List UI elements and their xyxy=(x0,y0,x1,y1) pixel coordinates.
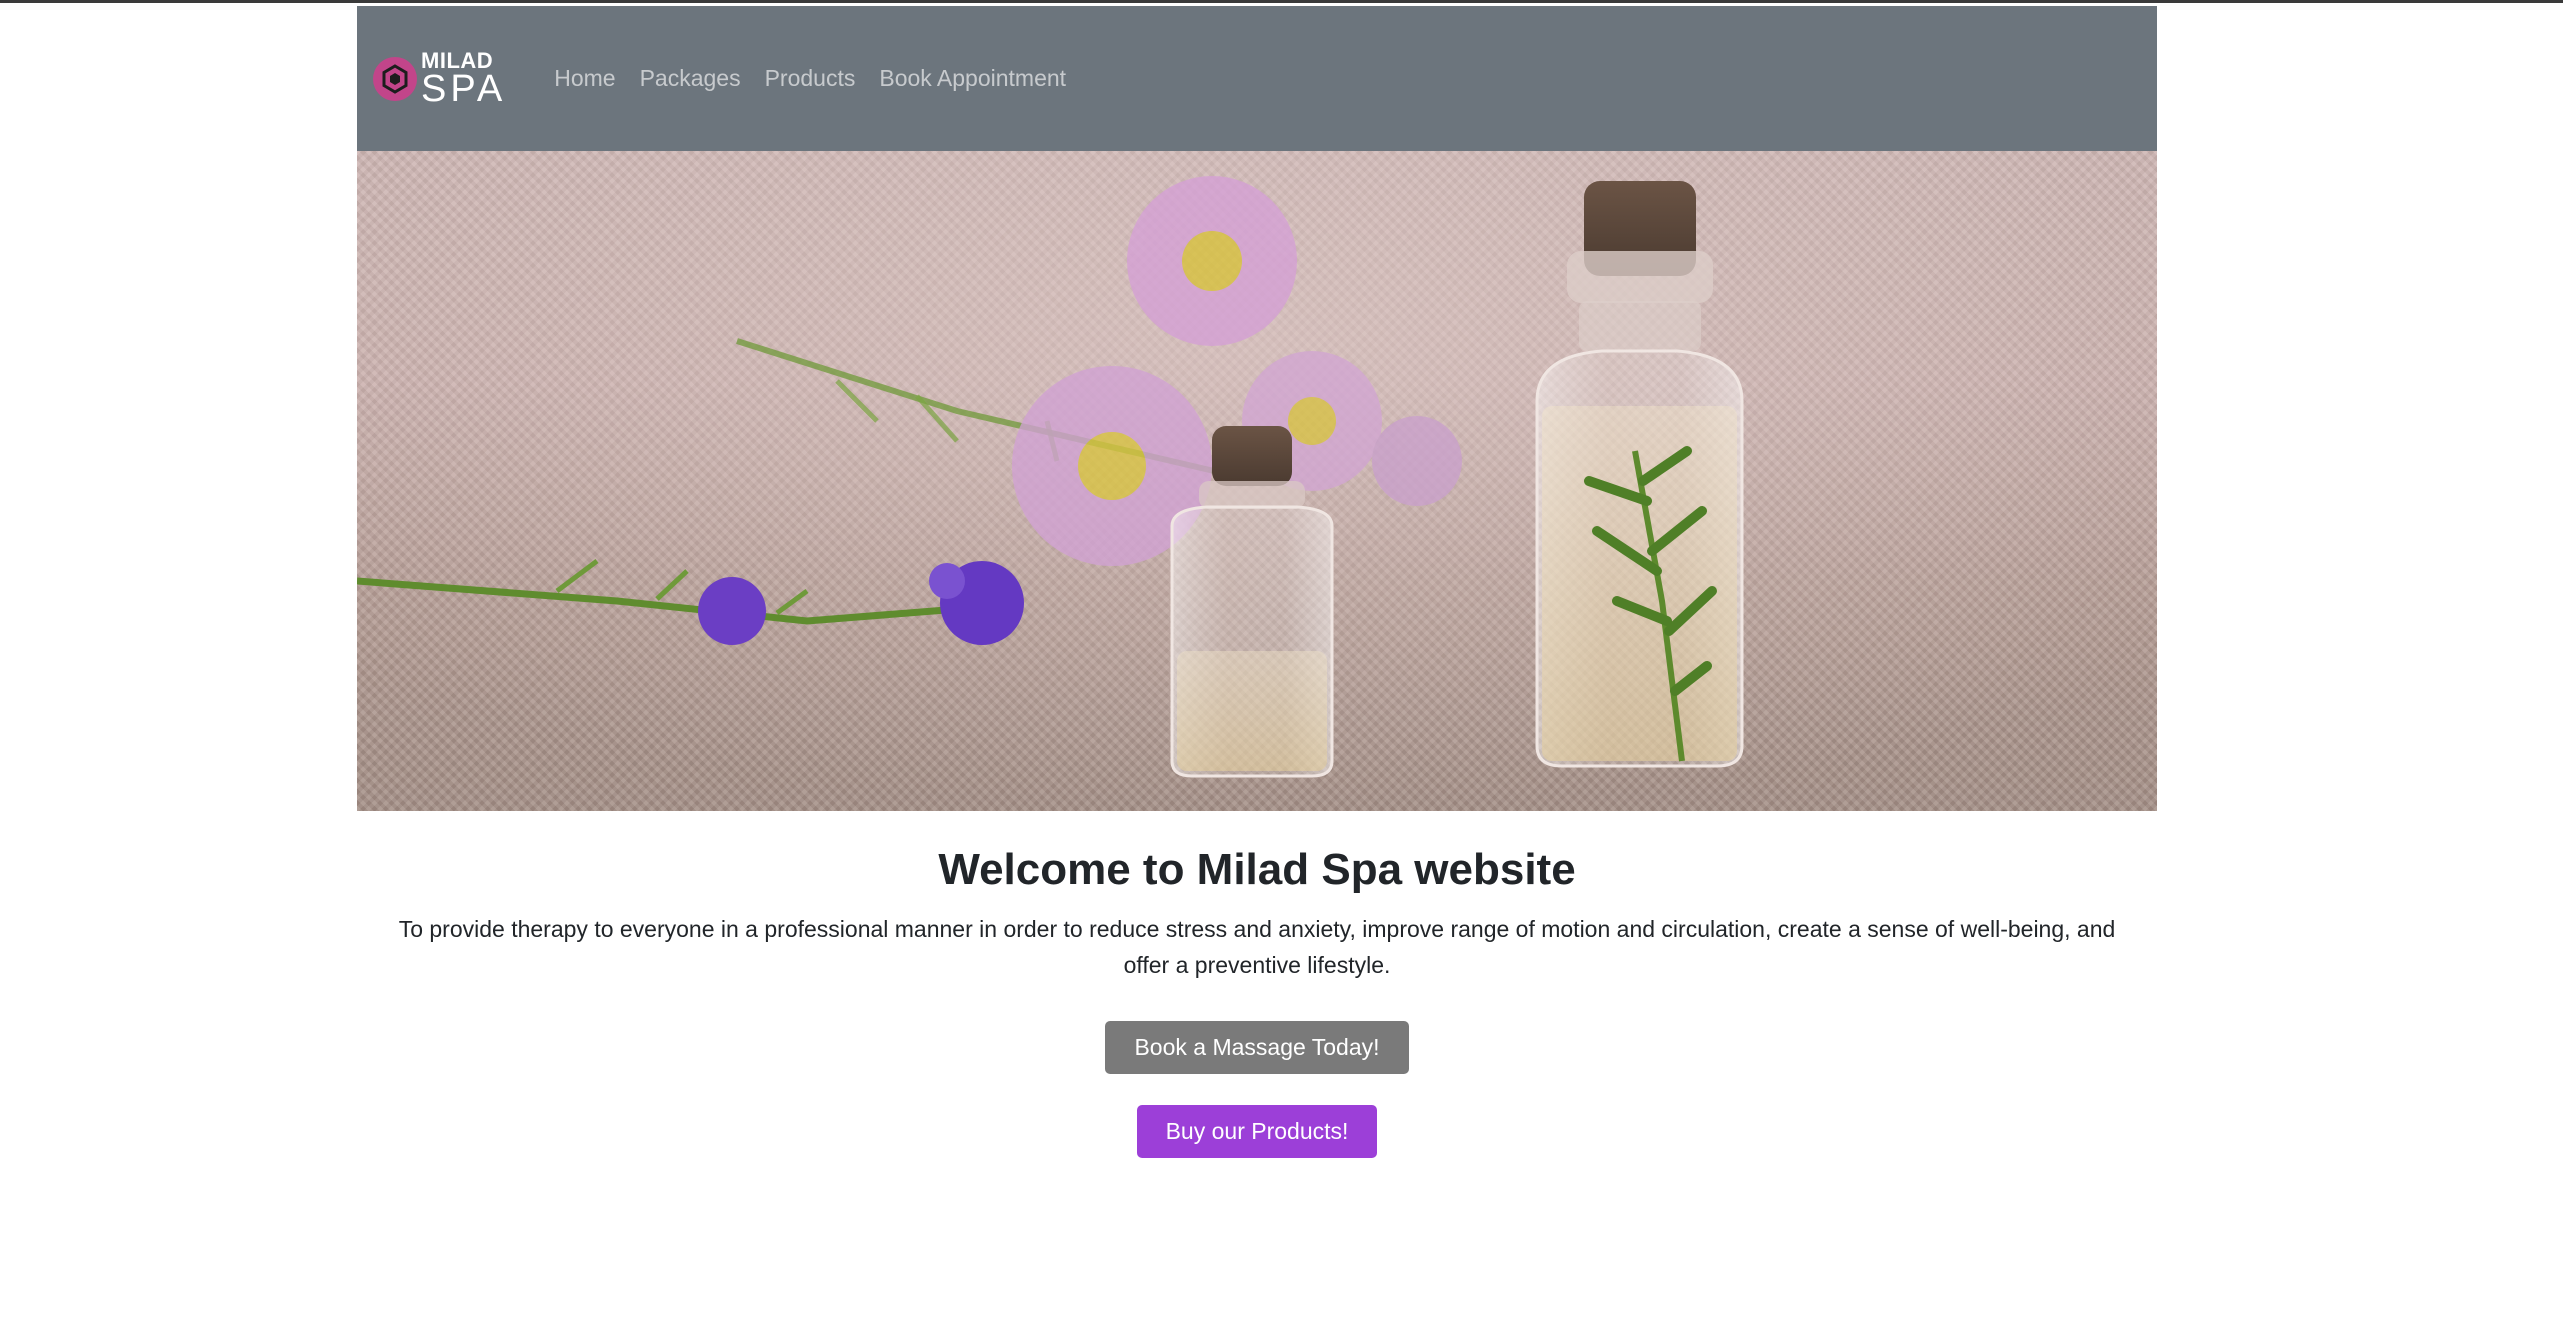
brand-name-line2: SPA xyxy=(421,67,507,110)
book-massage-button[interactable]: Book a Massage Today! xyxy=(1105,1021,1409,1074)
nav-links: Home Packages Products Book Appointment xyxy=(554,65,1066,92)
hexagon-logo-icon xyxy=(373,56,417,101)
brand-name: MILAD SPA xyxy=(421,49,507,110)
hero-image xyxy=(357,151,2157,811)
nav-products[interactable]: Products xyxy=(765,65,856,92)
page-description: To provide therapy to everyone in a prof… xyxy=(398,916,2116,978)
page-container: MILAD SPA Home Packages Products Book Ap… xyxy=(357,6,2157,1158)
navbar: MILAD SPA Home Packages Products Book Ap… xyxy=(357,6,2157,151)
brand-logo[interactable]: MILAD SPA xyxy=(373,49,507,110)
nav-home[interactable]: Home xyxy=(554,65,615,92)
nav-book-appointment[interactable]: Book Appointment xyxy=(879,65,1066,92)
buy-products-button[interactable]: Buy our Products! xyxy=(1136,1105,1378,1158)
nav-packages[interactable]: Packages xyxy=(640,65,741,92)
page-title: Welcome to Milad Spa website xyxy=(938,845,1576,894)
main-content: Welcome to Milad Spa website To provide … xyxy=(357,845,2157,1158)
